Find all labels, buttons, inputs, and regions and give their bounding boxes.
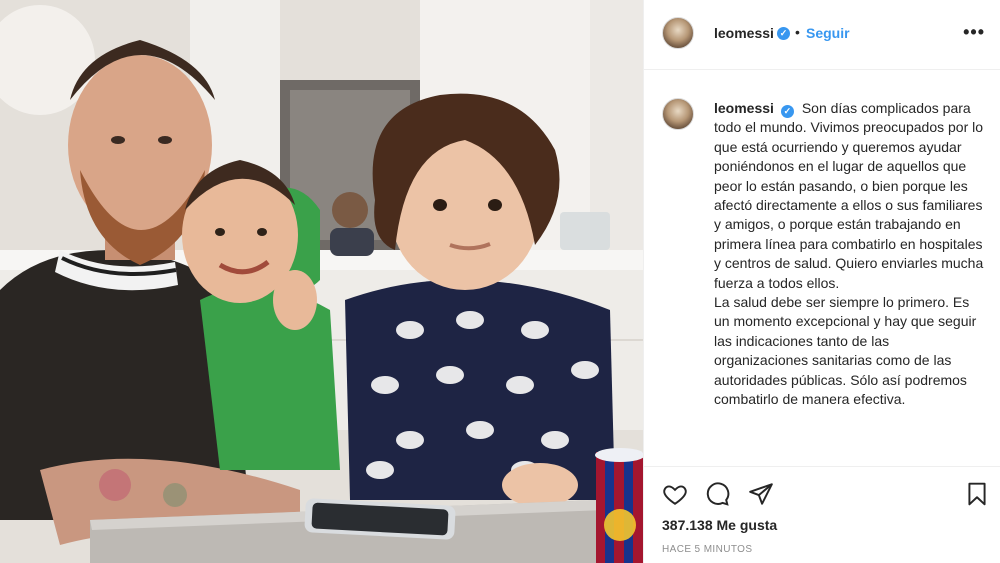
post-photo[interactable] [0, 0, 643, 563]
post-header: leomessi ✓ • Seguir ••• [644, 0, 1000, 70]
paper-plane-icon[interactable] [748, 481, 774, 507]
post-side-panel: leomessi ✓ • Seguir ••• leomessi ✓ Son dí… [643, 0, 1000, 563]
bookmark-icon[interactable] [964, 481, 990, 507]
post-timestamp[interactable]: HACE 5 MINUTOS [662, 544, 752, 555]
header-username[interactable]: leomessi [714, 25, 774, 41]
avatar[interactable] [662, 17, 694, 49]
caption-paragraph-1: Son días complicados para todo el mundo.… [714, 100, 984, 291]
verified-badge-icon: ✓ [780, 105, 794, 118]
comments-section[interactable]: leomessi ✓ Son días complicados para todo… [644, 71, 1000, 466]
caption-username[interactable]: leomessi [714, 100, 774, 116]
post-actions: 387.138 Me gusta HACE 5 MINUTOS [644, 466, 1000, 563]
post-caption: leomessi ✓ Son días complicados para todo… [714, 99, 986, 410]
more-options-icon[interactable]: ••• [963, 22, 985, 43]
caption-avatar[interactable] [662, 98, 694, 130]
photo-illustration [0, 0, 643, 563]
like-count[interactable]: 387.138 Me gusta [662, 517, 777, 533]
heart-icon[interactable] [662, 481, 688, 507]
separator-dot: • [795, 24, 800, 40]
caption-paragraph-2: La salud debe ser siempre lo primero. Es… [714, 294, 977, 408]
follow-button[interactable]: Seguir [806, 25, 850, 41]
verified-badge-icon: ✓ [777, 27, 790, 40]
comment-bubble-icon[interactable] [704, 481, 730, 507]
